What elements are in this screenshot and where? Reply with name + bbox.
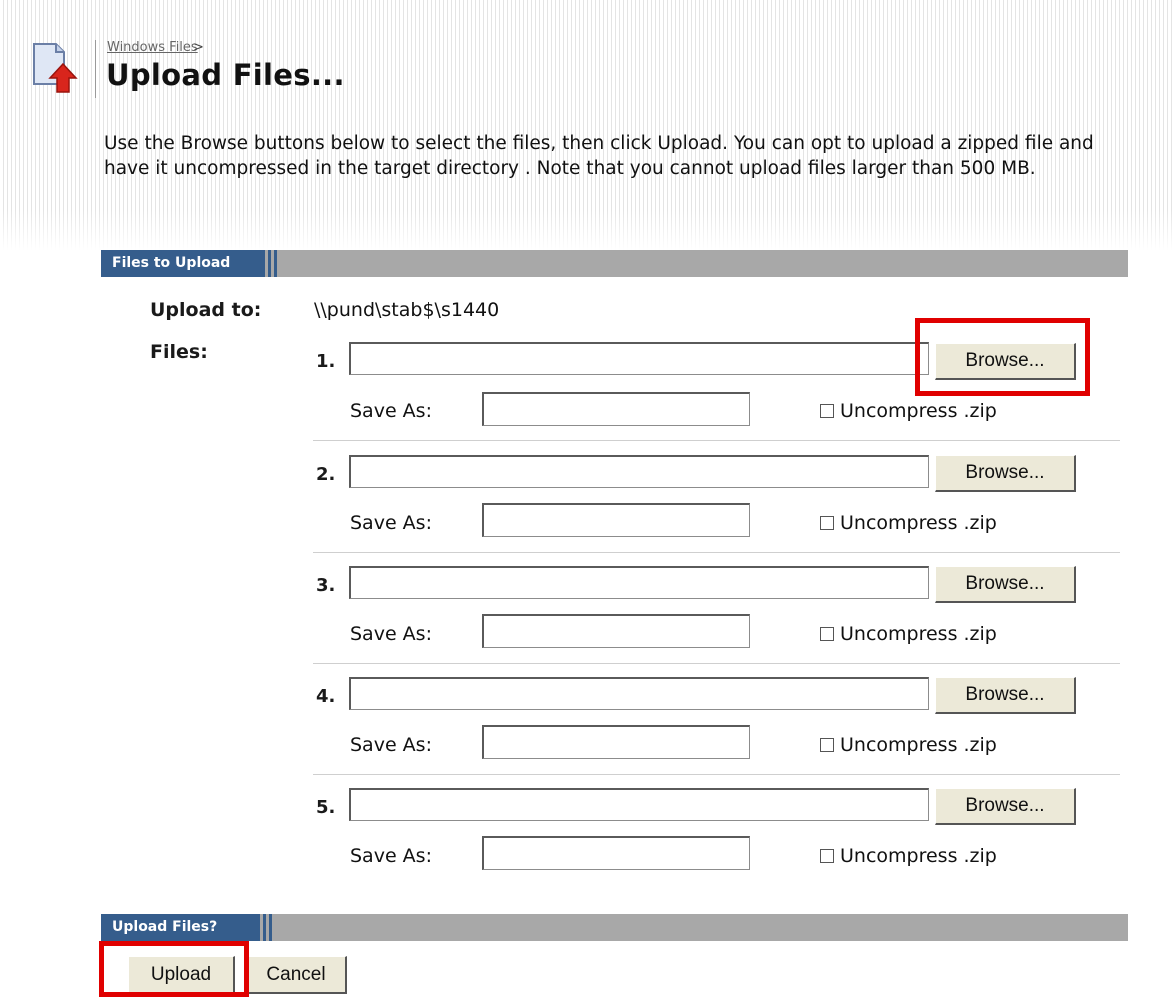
file-row-number: 5. <box>316 797 336 818</box>
uncompress-checkbox[interactable] <box>820 516 834 530</box>
browse-highlight-box <box>915 318 1090 396</box>
uncompress-checkbox[interactable] <box>820 404 834 418</box>
file-path-input[interactable] <box>349 566 929 599</box>
header-background <box>0 0 1173 250</box>
uncompress-checkbox[interactable] <box>820 627 834 641</box>
files-to-upload-bar: Files to Upload <box>101 250 1128 277</box>
save-as-label: Save As: <box>350 400 432 422</box>
save-as-label: Save As: <box>350 623 432 645</box>
file-path-input[interactable] <box>349 677 929 710</box>
file-path-input[interactable] <box>349 342 929 375</box>
browse-button[interactable]: Browse... <box>935 788 1076 825</box>
browse-button[interactable]: Browse... <box>935 455 1076 492</box>
save-as-label: Save As: <box>350 512 432 534</box>
save-as-input[interactable] <box>482 503 750 537</box>
file-row-number: 2. <box>316 464 336 485</box>
save-as-label: Save As: <box>350 845 432 867</box>
save-as-input[interactable] <box>482 725 750 759</box>
uncompress-label: Uncompress .zip <box>840 623 997 645</box>
breadcrumb-separator: > <box>193 40 204 55</box>
section-bar-stripes <box>262 250 280 277</box>
uncompress-checkbox[interactable] <box>820 849 834 863</box>
files-to-upload-heading: Files to Upload <box>101 250 262 277</box>
section-bar-stripes <box>257 914 275 941</box>
breadcrumb-windows-files-link[interactable]: Windows Files <box>107 40 198 55</box>
upload-files-bar: Upload Files? <box>101 914 1128 941</box>
title-divider <box>95 40 96 98</box>
save-as-input[interactable] <box>482 614 750 648</box>
upload-files-heading: Upload Files? <box>101 914 258 941</box>
intro-text: Use the Browse buttons below to select t… <box>104 133 1094 179</box>
save-as-label: Save As: <box>350 734 432 756</box>
file-row-number: 4. <box>316 686 336 707</box>
uncompress-label: Uncompress .zip <box>840 512 997 534</box>
uncompress-zip-option[interactable]: Uncompress .zip <box>820 512 997 534</box>
browse-button[interactable]: Browse... <box>935 677 1076 714</box>
files-label: Files: <box>150 341 208 363</box>
file-path-input[interactable] <box>349 455 929 488</box>
uncompress-zip-option[interactable]: Uncompress .zip <box>820 400 997 422</box>
file-row-number: 3. <box>316 575 336 596</box>
page-title: Upload Files... <box>106 58 345 92</box>
cancel-button[interactable]: Cancel <box>246 956 347 994</box>
upload-file-icon <box>30 40 80 96</box>
uncompress-zip-option[interactable]: Uncompress .zip <box>820 845 997 867</box>
uncompress-zip-option[interactable]: Uncompress .zip <box>820 734 997 756</box>
file-row-number: 1. <box>316 351 336 372</box>
row-divider <box>313 774 1120 775</box>
save-as-input[interactable] <box>482 836 750 870</box>
upload-to-path: \\pund\stab$\s1440 <box>314 299 500 321</box>
uncompress-label: Uncompress .zip <box>840 845 997 867</box>
row-divider <box>313 663 1120 664</box>
uncompress-label: Uncompress .zip <box>840 400 997 422</box>
uncompress-checkbox[interactable] <box>820 738 834 752</box>
row-divider <box>313 552 1120 553</box>
upload-to-label: Upload to: <box>150 299 262 321</box>
row-divider <box>313 440 1120 441</box>
uncompress-zip-option[interactable]: Uncompress .zip <box>820 623 997 645</box>
browse-button[interactable]: Browse... <box>935 566 1076 603</box>
save-as-input[interactable] <box>482 392 750 426</box>
file-path-input[interactable] <box>349 788 929 821</box>
uncompress-label: Uncompress .zip <box>840 734 997 756</box>
upload-highlight-box <box>99 941 249 997</box>
